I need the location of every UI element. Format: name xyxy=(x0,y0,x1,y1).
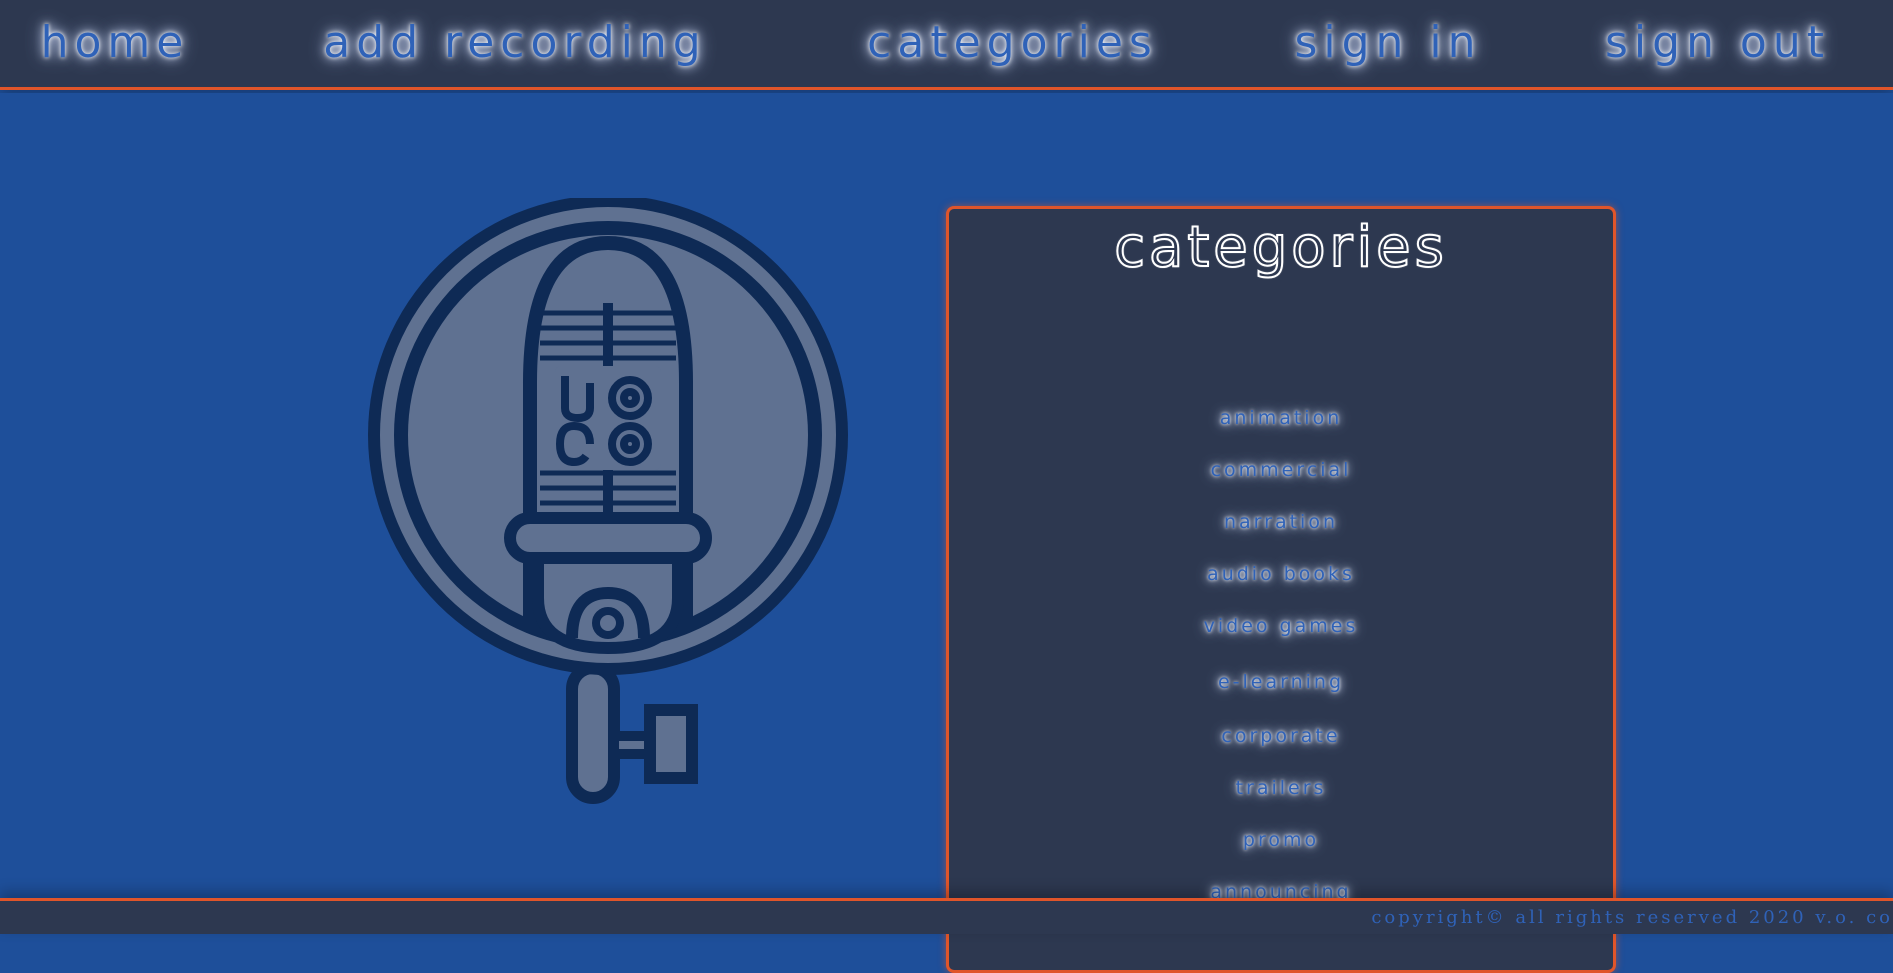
footer: Copyright© All Rights Reserved 2020 V.O.… xyxy=(0,898,1893,934)
category-commercial[interactable]: Commercial xyxy=(949,459,1613,481)
nav-sign-in-link[interactable]: Sign In xyxy=(1283,14,1493,70)
category-video-games[interactable]: Video Games xyxy=(949,615,1613,637)
nav-home-link[interactable]: Home xyxy=(40,14,190,70)
top-navigation: Home Add Recording Categories Sign In Si… xyxy=(0,0,1893,90)
nav-sign-out-link[interactable]: Sign Out xyxy=(1590,14,1845,70)
category-promo[interactable]: Promo xyxy=(949,829,1613,851)
microphone-logo-icon xyxy=(360,195,860,898)
category-animation[interactable]: Animation xyxy=(949,407,1613,429)
microphone-logo-svg xyxy=(368,195,848,804)
category-trailers[interactable]: Trailers xyxy=(949,777,1613,799)
nav-categories-link[interactable]: Categories xyxy=(845,14,1180,70)
main-content: Categories Animation Commercial Narratio… xyxy=(0,93,1893,973)
nav-add-recording-link[interactable]: Add Recording xyxy=(285,14,745,70)
category-audio-books[interactable]: Audio Books xyxy=(949,563,1613,585)
category-corporate[interactable]: Corporate xyxy=(949,725,1613,747)
category-narration[interactable]: Narration xyxy=(949,511,1613,533)
copyright-text: Copyright© All Rights Reserved 2020 V.O.… xyxy=(1371,907,1893,928)
categories-panel: Categories Animation Commercial Narratio… xyxy=(946,206,1616,973)
panel-title: Categories xyxy=(1113,214,1448,281)
category-e-learning[interactable]: E-Learning xyxy=(949,671,1613,693)
